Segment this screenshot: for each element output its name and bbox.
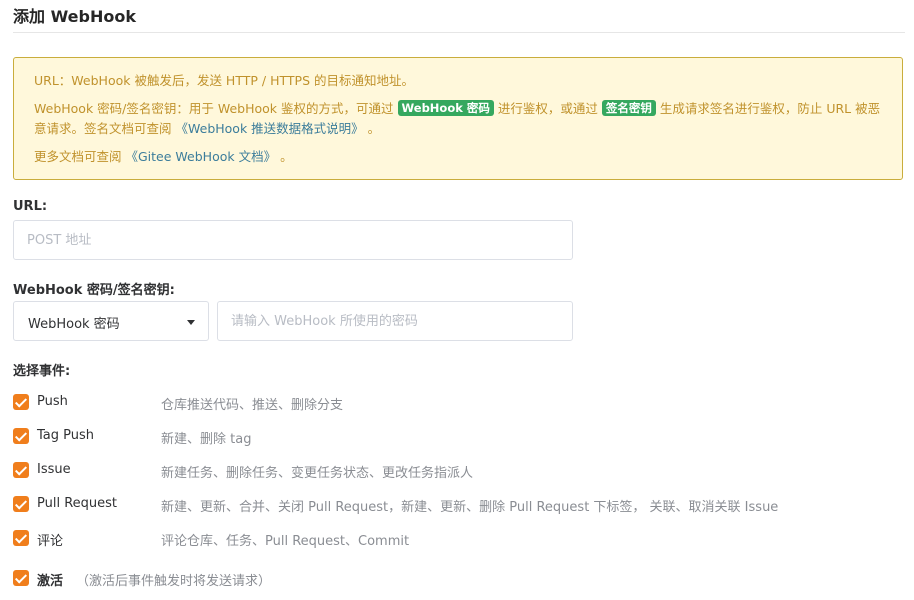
notice-docs-text: 更多文档可查阅 xyxy=(34,149,122,164)
event-name-comment: 评论 xyxy=(37,534,64,549)
secret-type-value: WebHook 密码 xyxy=(28,317,120,332)
checkbox-tag-push[interactable] xyxy=(13,428,29,444)
event-desc-comment: 评论仓库、任务、Pull Request、Commit xyxy=(161,534,410,549)
activate-label: 激活 xyxy=(37,574,64,589)
checkbox-push[interactable] xyxy=(13,394,29,410)
event-row-tag-push: Tag Push 新建、删除 tag xyxy=(13,427,893,447)
checkbox-comment[interactable] xyxy=(13,530,29,546)
link-gitee-webhook-docs[interactable]: 《Gitee WebHook 文档》 xyxy=(126,149,277,164)
notice-docs-line: 更多文档可查阅 《Gitee WebHook 文档》 。 xyxy=(34,147,882,167)
notice-url-line: URL：WebHook 被触发后，发送 HTTP / HTTPS 的目标通知地址… xyxy=(34,73,414,88)
page-title: 添加 WebHook xyxy=(13,7,136,26)
notice-secret-end: 。 xyxy=(367,121,381,136)
event-name-issue: Issue xyxy=(37,462,71,477)
notice-secret-text-1: WebHook 密码/签名密钥：用于 WebHook 鉴权的方式，可通过 xyxy=(34,101,394,116)
info-notice: URL：WebHook 被触发后，发送 HTTP / HTTPS 的目标通知地址… xyxy=(13,57,903,180)
notice-secret-line: WebHook 密码/签名密钥：用于 WebHook 鉴权的方式，可通过 Web… xyxy=(34,99,882,139)
title-divider xyxy=(13,32,905,33)
notice-secret-text-2: 进行鉴权，或通过 xyxy=(497,101,598,116)
notice-docs-end: 。 xyxy=(280,149,293,164)
event-desc-issue: 新建任务、删除任务、变更任务状态、更改任务指派人 xyxy=(161,466,474,481)
event-row-comment: 评论 评论仓库、任务、Pull Request、Commit xyxy=(13,529,893,549)
tag-webhook-password: WebHook 密码 xyxy=(397,100,494,116)
tag-signature-key: 签名密钥 xyxy=(601,100,656,116)
event-row-push: Push 仓库推送代码、推送、删除分支 xyxy=(13,393,893,413)
checkbox-activate[interactable] xyxy=(13,570,29,586)
event-desc-pull-request: 新建、更新、合并、关闭 Pull Request，新建、更新、删除 Pull R… xyxy=(161,500,779,515)
url-input[interactable] xyxy=(13,220,573,260)
secret-type-select[interactable]: WebHook 密码 xyxy=(13,301,209,341)
event-desc-push: 仓库推送代码、推送、删除分支 xyxy=(161,398,344,413)
event-name-pull-request: Pull Request xyxy=(37,496,118,511)
activate-row: 激活 （激活后事件触发时将发送请求） xyxy=(13,569,893,589)
checkbox-issue[interactable] xyxy=(13,462,29,478)
checkbox-pull-request[interactable] xyxy=(13,496,29,512)
event-row-pull-request: Pull Request 新建、更新、合并、关闭 Pull Request，新建… xyxy=(13,495,893,515)
secret-label: WebHook 密码/签名密钥: xyxy=(13,283,175,298)
secret-input[interactable] xyxy=(217,301,573,341)
url-label: URL: xyxy=(13,199,48,214)
events-label: 选择事件: xyxy=(13,364,71,379)
event-row-issue: Issue 新建任务、删除任务、变更任务状态、更改任务指派人 xyxy=(13,461,893,481)
event-name-tag-push: Tag Push xyxy=(37,428,95,443)
link-push-data-format[interactable]: 《WebHook 推送数据格式说明》 xyxy=(176,121,364,136)
caret-down-icon xyxy=(187,320,195,325)
event-name-push: Push xyxy=(37,394,68,409)
event-desc-tag-push: 新建、删除 tag xyxy=(161,432,252,447)
activate-hint: （激活后事件触发时将发送请求） xyxy=(76,574,272,589)
